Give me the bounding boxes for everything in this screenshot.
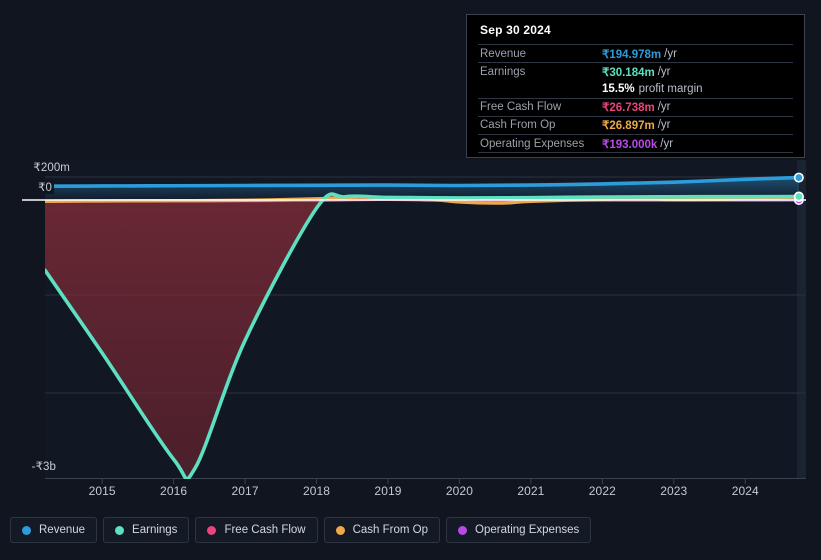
legend-item-earnings[interactable]: Earnings (103, 517, 190, 543)
legend-color-dot-icon (207, 525, 217, 535)
legend-item-cash-from-op[interactable]: Cash From Op (323, 517, 441, 543)
x-axis-label-2017: 2017 (231, 484, 259, 498)
tooltip-label-free-cash-flow: Free Cash Flow (480, 101, 562, 114)
tooltip-unit-free-cash-flow: /yr (657, 101, 671, 114)
hover-tooltip: Sep 30 2024 Revenue ₹194.978m /yr Earnin… (466, 14, 805, 159)
tooltip-value-cash-from-op: ₹26.897m (602, 120, 655, 133)
cursor-highlight-band (796, 160, 806, 479)
tooltip-row-free-cash-flow: Free Cash Flow ₹26.738m /yr (478, 97, 793, 116)
x-axis-label-2016: 2016 (160, 484, 188, 498)
legend-color-dot-icon (335, 525, 345, 535)
tooltip-row-cash-from-op: Cash From Op ₹26.897m /yr (478, 115, 793, 134)
tooltip-row-earnings: Earnings ₹30.184m /yr (478, 62, 793, 80)
endpoint-marker-revenue (793, 172, 804, 183)
x-axis-label-2021: 2021 (517, 484, 545, 498)
x-axis-label-2023: 2023 (660, 484, 688, 498)
chart-legend: Revenue Earnings Free Cash Flow Cash From O… (10, 517, 592, 543)
legend-item-operating-expenses[interactable]: Operating Expenses (446, 517, 592, 543)
legend-item-free-cash-flow[interactable]: Free Cash Flow (195, 517, 318, 543)
legend-label: Free Cash Flow (224, 524, 306, 536)
legend-item-revenue[interactable]: Revenue (10, 517, 98, 543)
x-axis-label-2018: 2018 (302, 484, 331, 498)
x-axis-label-2015: 2015 (88, 484, 116, 498)
tooltip-label-profit-margin: profit margin (638, 82, 703, 95)
tooltip-label-cash-from-op: Cash From Op (480, 119, 556, 132)
tooltip-label-earnings: Earnings (480, 65, 526, 78)
legend-color-dot-icon (22, 525, 31, 535)
endpoint-marker-earnings (793, 191, 804, 202)
tooltip-value-earnings: ₹30.184m (602, 66, 655, 79)
legend-color-dot-icon (115, 525, 125, 535)
tooltip-unit-cash-from-op: /yr (657, 119, 671, 132)
x-axis-label-2024: 2024 (731, 484, 759, 498)
legend-label: Revenue (39, 524, 86, 536)
tooltip-unit-earnings: /yr (657, 65, 671, 78)
tooltip-row-profit-margin: 15.5% profit margin (478, 80, 793, 97)
x-axis-label-2020: 2020 (445, 484, 473, 498)
tooltip-bottom-rule (478, 152, 793, 154)
legend-label: Earnings (132, 524, 178, 536)
tooltip-value-revenue: ₹194.978m (602, 48, 662, 61)
legend-label: Operating Expenses (475, 524, 580, 536)
tooltip-date: Sep 30 2024 (480, 23, 551, 37)
tooltip-label-revenue: Revenue (480, 47, 527, 60)
y-axis-label-bottom: -₹3b (31, 461, 56, 473)
legend-label: Cash From Op (352, 524, 429, 536)
tooltip-unit-operating-expenses: /yr (660, 137, 674, 150)
tooltip-value-profit-margin: 15.5% (602, 82, 635, 95)
tooltip-unit-revenue: /yr (664, 47, 677, 60)
x-axis-label-2019: 2019 (374, 484, 402, 498)
tooltip-row-revenue: Revenue ₹194.978m /yr (478, 44, 793, 62)
tooltip-label-operating-expenses: Operating Expenses (480, 137, 585, 150)
tooltip-value-free-cash-flow: ₹26.738m (602, 102, 655, 115)
legend-color-dot-icon (458, 525, 468, 535)
y-axis-label-top: ₹200m (33, 162, 70, 174)
x-axis-label-2022: 2022 (588, 484, 616, 498)
tooltip-value-operating-expenses: ₹193.000k (602, 138, 658, 151)
y-axis-label-zero: ₹0 (4, 180, 54, 194)
tooltip-row-operating-expenses: Operating Expenses ₹193.000k /yr (478, 133, 793, 152)
